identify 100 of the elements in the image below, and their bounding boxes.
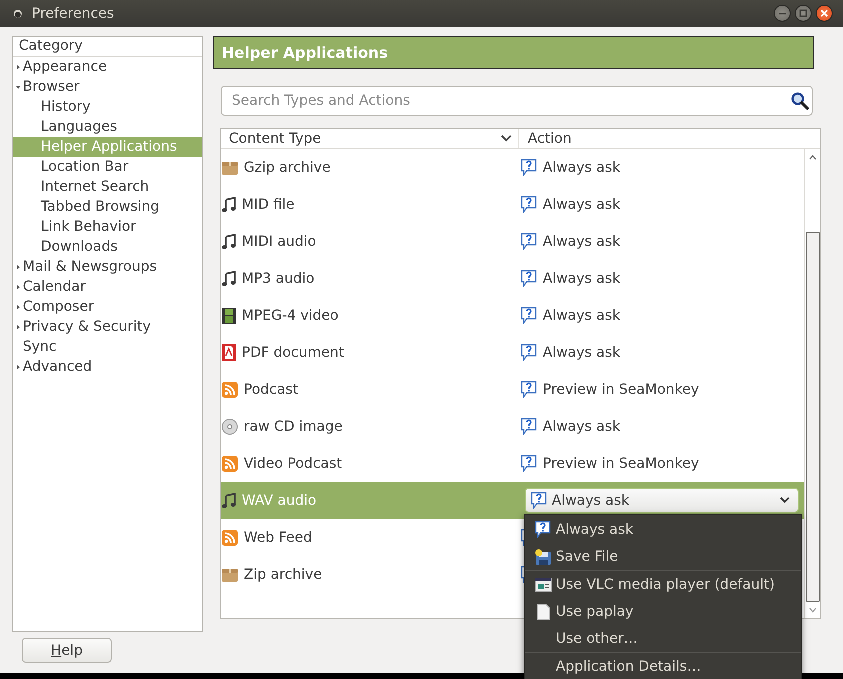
help-bubble-icon bbox=[535, 521, 551, 538]
help-bubble-icon bbox=[521, 381, 537, 398]
table-row[interactable]: Gzip archive Always ask bbox=[221, 149, 804, 186]
blank-page-icon bbox=[536, 604, 550, 620]
tree-item[interactable]: Browser bbox=[13, 77, 202, 97]
action: Preview in SeaMonkey bbox=[543, 456, 700, 472]
expander-icon[interactable] bbox=[16, 64, 20, 70]
help-bubble-icon bbox=[521, 159, 537, 176]
action: Always ask bbox=[543, 234, 621, 250]
sort-chevron-icon[interactable] bbox=[501, 135, 512, 142]
column-header[interactable]: Content Type bbox=[229, 130, 322, 146]
table-row[interactable]: raw CD image Always ask bbox=[221, 408, 804, 445]
help-button[interactable]: Help bbox=[22, 638, 112, 663]
tree-item[interactable]: Calendar bbox=[13, 277, 202, 297]
tree-item[interactable]: Mail & Newsgroups bbox=[13, 257, 202, 277]
table-row[interactable]: MID file Always ask bbox=[221, 186, 804, 223]
table-row[interactable]: PDF document Always ask bbox=[221, 334, 804, 371]
film-icon bbox=[222, 308, 236, 324]
box-icon bbox=[222, 568, 238, 582]
tree-item[interactable]: Languages bbox=[13, 117, 202, 137]
help-bubble-icon bbox=[521, 270, 537, 287]
expander-icon[interactable] bbox=[16, 284, 20, 290]
content-type: Podcast bbox=[244, 382, 298, 398]
maximize-icon bbox=[799, 9, 808, 18]
window-menu-icon bbox=[13, 8, 23, 18]
menu-item[interactable]: Always ask bbox=[525, 516, 801, 543]
tree-item[interactable]: History bbox=[13, 97, 202, 117]
table-row[interactable]: MP3 audio Always ask bbox=[221, 260, 804, 297]
chevron-down-icon bbox=[780, 497, 790, 504]
tree-item[interactable]: Composer bbox=[13, 297, 202, 317]
music-note-icon bbox=[222, 492, 236, 508]
scroll-up-icon[interactable] bbox=[808, 155, 816, 160]
maximize-button[interactable] bbox=[795, 5, 812, 22]
music-note-icon bbox=[222, 234, 236, 250]
tree-item[interactable]: Sync bbox=[13, 337, 202, 357]
tree-item[interactable]: Internet Search bbox=[13, 177, 202, 197]
section-header: Helper Applications bbox=[213, 36, 814, 69]
content-type: MP3 audio bbox=[242, 270, 315, 286]
menu-item[interactable]: Use paplay bbox=[525, 598, 801, 625]
tree-item[interactable]: Privacy & Security bbox=[13, 317, 202, 337]
action: Always ask bbox=[543, 418, 621, 434]
expander-icon[interactable] bbox=[16, 264, 20, 270]
action-dropdown[interactable]: Always ask bbox=[525, 488, 799, 513]
tree-item[interactable]: Tabbed Browsing bbox=[13, 197, 202, 217]
help-bubble-icon bbox=[521, 196, 537, 213]
content-type: raw CD image bbox=[244, 418, 343, 434]
table-row[interactable]: WAV audio Always ask bbox=[221, 482, 804, 519]
menu-item[interactable]: Use VLC media player (default) bbox=[525, 571, 801, 598]
table-row[interactable]: Video Podcast Preview in SeaMonkey bbox=[221, 445, 804, 482]
table-row[interactable]: MPEG-4 video Always ask bbox=[221, 297, 804, 334]
box-icon bbox=[222, 160, 238, 174]
window-title: Preferences bbox=[32, 6, 116, 22]
content-type: WAV audio bbox=[242, 492, 317, 508]
menu-item[interactable]: Application Details… bbox=[525, 653, 801, 679]
expander-icon[interactable] bbox=[16, 304, 20, 310]
music-note-icon bbox=[222, 270, 236, 286]
action: Always ask bbox=[543, 308, 621, 324]
table-row[interactable]: MIDI audio Always ask bbox=[221, 223, 804, 260]
minimize-button[interactable] bbox=[774, 5, 791, 22]
menu-item[interactable]: Use other… bbox=[525, 625, 801, 652]
column-header[interactable]: Action bbox=[519, 130, 572, 146]
help-bubble-icon bbox=[531, 492, 547, 509]
content-type: Zip archive bbox=[244, 566, 322, 582]
help-bubble-icon bbox=[521, 418, 537, 435]
content-type: PDF document bbox=[242, 344, 344, 360]
floppy-icon bbox=[534, 548, 552, 564]
close-icon bbox=[820, 9, 829, 18]
tree-item[interactable]: Link Behavior bbox=[13, 217, 202, 237]
expander-icon[interactable] bbox=[16, 324, 20, 330]
content-type: Video Podcast bbox=[244, 456, 342, 472]
action: Always ask bbox=[543, 344, 621, 360]
scroll-down-icon[interactable] bbox=[808, 608, 816, 613]
search-icon[interactable] bbox=[791, 92, 809, 110]
column-header[interactable]: Category bbox=[13, 37, 202, 57]
help-bubble-icon bbox=[521, 455, 537, 472]
content-type: MPEG-4 video bbox=[242, 308, 339, 324]
expander-icon[interactable] bbox=[16, 84, 20, 90]
action: Always ask bbox=[543, 270, 621, 286]
help-bubble-icon bbox=[521, 344, 537, 361]
tree-item[interactable]: Appearance bbox=[13, 57, 202, 77]
application-window-icon bbox=[534, 578, 552, 592]
content-type: MIDI audio bbox=[242, 234, 316, 250]
menu-item[interactable]: Save File bbox=[525, 543, 801, 570]
help-bubble-icon bbox=[521, 233, 537, 250]
help-bubble-icon bbox=[521, 307, 537, 324]
content-type: Web Feed bbox=[244, 530, 312, 546]
tree-item[interactable]: Advanced bbox=[13, 357, 202, 377]
content-type: MID file bbox=[242, 196, 295, 212]
tree-item[interactable]: Downloads bbox=[13, 237, 202, 257]
expander-icon[interactable] bbox=[16, 364, 20, 370]
content-type: Gzip archive bbox=[244, 160, 331, 176]
action: Always ask bbox=[543, 160, 621, 176]
music-note-icon bbox=[222, 196, 236, 212]
close-button[interactable] bbox=[816, 5, 833, 22]
search-field[interactable]: Search Types and Actions bbox=[221, 86, 813, 116]
action: Preview in SeaMonkey bbox=[543, 382, 700, 398]
scrollbar[interactable] bbox=[804, 149, 820, 618]
action: Always ask bbox=[543, 196, 621, 212]
tree-item[interactable]: Location Bar bbox=[13, 157, 202, 177]
table-row[interactable]: Podcast Preview in SeaMonkey bbox=[221, 371, 804, 408]
